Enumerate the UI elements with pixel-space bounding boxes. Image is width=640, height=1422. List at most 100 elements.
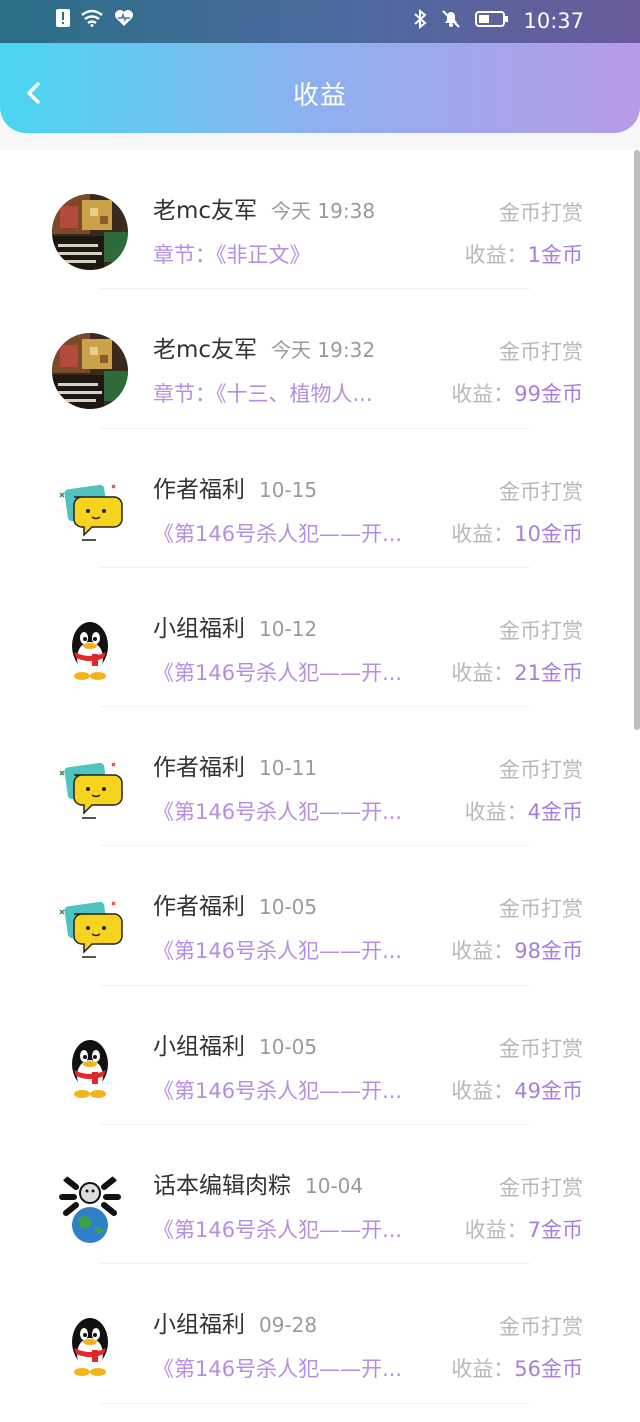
earning-amount: 收益：49金币	[451, 1074, 583, 1108]
earning-label: 收益：	[464, 243, 528, 267]
earning-value: 21金币	[514, 660, 583, 685]
status-time: 10:37	[523, 9, 584, 33]
sender-name-text: 小组福利	[153, 1033, 245, 1060]
earning-amount: 收益：98金币	[451, 934, 583, 968]
sender-name: 老mc友军 今天 19:32	[153, 333, 375, 367]
earning-amount: 收益：7金币	[465, 1213, 583, 1247]
timestamp: 今天 19:38	[271, 199, 376, 223]
reward-type: 金币打赏	[499, 618, 583, 643]
sender-name-text: 话本编辑肉粽	[153, 1173, 291, 1200]
list-item[interactable]: 作者福利 10-11 金币打赏《第146号杀人犯——开... 收益：4金币	[0, 707, 640, 847]
sender-name-text: 作者福利	[153, 476, 245, 503]
earning-amount: 收益：1金币	[465, 238, 583, 272]
sender-name: 小组福利 10-12	[153, 612, 317, 646]
earning-value: 49金币	[514, 1078, 583, 1103]
list-item[interactable]: 作者福利 10-15 金币打赏《第146号杀人犯——开... 收益：10金币	[0, 429, 640, 568]
chapter-description: 《第146号杀人犯——开...	[153, 939, 403, 964]
chapter-description: 章节：《十三、植物人...	[153, 382, 373, 407]
earning-value: 4金币	[527, 800, 583, 825]
chapter-description: 《第146号杀人犯——开...	[153, 1357, 403, 1382]
timestamp: 10-12	[259, 616, 318, 641]
chapter-description: 《第146号杀人犯——开...	[153, 1078, 403, 1103]
reward-type: 金币打赏	[499, 340, 583, 365]
earning-value: 10金币	[514, 521, 583, 546]
list-item[interactable]: 小组福利 10-12 金币打赏《第146号杀人犯——开... 收益：21金币	[0, 568, 640, 708]
earning-label: 收益：	[451, 382, 515, 407]
earning-value: 98金币	[514, 939, 583, 964]
sender-name: 老mc友军 今天 19:38	[153, 194, 375, 228]
earning-amount: 收益：21金币	[451, 656, 583, 690]
chat-bubble-avatar[interactable]	[52, 751, 128, 828]
sender-name: 作者福利 10-11	[153, 751, 317, 785]
sender-name: 小组福利 10-05	[153, 1030, 317, 1064]
timestamp: 10-05	[259, 1034, 318, 1059]
timestamp: 10-15	[259, 477, 318, 502]
reward-type: 金币打赏	[499, 758, 583, 783]
timestamp: 10-11	[259, 756, 318, 781]
list-item[interactable]: 老mc友军 今天 19:38 金币打赏章节：《非正文》 收益：1金币	[0, 150, 640, 290]
globe-avatar[interactable]	[52, 1169, 128, 1246]
list-item[interactable]: 作者福利 10-05 金币打赏《第146号杀人犯——开... 收益：98金币	[0, 846, 640, 986]
chat-bubble-avatar[interactable]	[52, 472, 128, 549]
bell-muted-icon	[441, 9, 461, 33]
earning-label: 收益：	[464, 1218, 528, 1243]
penguin-avatar[interactable]	[52, 611, 128, 688]
reward-type: 金币打赏	[499, 201, 583, 225]
reward-type: 金币打赏	[499, 897, 583, 922]
sender-name-text: 老mc友军	[153, 337, 258, 364]
penguin-avatar[interactable]	[52, 1308, 128, 1385]
bluetooth-icon	[413, 8, 428, 33]
earning-label: 收益：	[451, 1357, 515, 1382]
timestamp: 10-04	[305, 1174, 364, 1199]
chapter-description: 章节：《非正文》	[153, 243, 311, 267]
reward-type: 金币打赏	[499, 1036, 583, 1061]
penguin-avatar[interactable]	[52, 1029, 128, 1106]
page-title: 收益	[292, 81, 347, 111]
earning-label: 收益：	[464, 800, 528, 825]
earning-amount: 收益：99金币	[451, 377, 583, 411]
earning-value: 56金币	[514, 1357, 583, 1382]
earning-label: 收益：	[451, 660, 515, 685]
list-item[interactable]: 老mc友军 今天 19:32 金币打赏章节：《十三、植物人... 收益：99金币	[0, 289, 640, 429]
scrollbar[interactable]	[634, 150, 640, 730]
chapter-description: 《第146号杀人犯——开...	[153, 1218, 403, 1243]
earnings-list[interactable]: 老mc友军 今天 19:38 金币打赏 章节：《非正文》 收益：1金币 老mc友军 今天 …	[0, 150, 640, 1422]
sender-name-text: 小组福利	[153, 1312, 245, 1339]
list-item[interactable]: 小组福利 09-28 金币打赏《第146号杀人犯——开... 收益：56金币	[0, 1264, 640, 1404]
row-divider	[100, 1402, 530, 1404]
sender-name: 作者福利 10-15	[153, 473, 317, 507]
earning-amount: 收益：10金币	[451, 517, 583, 551]
heart-icon	[114, 9, 134, 31]
photo-avatar[interactable]	[52, 194, 128, 270]
timestamp: 09-28	[259, 1313, 318, 1338]
chapter-description: 《第146号杀人犯——开...	[153, 521, 403, 546]
sender-name-text: 小组福利	[153, 615, 245, 642]
list-item[interactable]: 话本编辑肉粽 10-04 金币打赏《第146号杀人犯——开... 收益：7金币	[0, 1125, 640, 1265]
reward-type: 金币打赏	[499, 1315, 583, 1340]
status-bar: 10:37	[0, 0, 640, 43]
list-item[interactable]: 小组福利 10-05 金币打赏《第146号杀人犯——开... 收益：49金币	[0, 986, 640, 1126]
chapter-description: 《第146号杀人犯——开...	[153, 660, 403, 685]
earning-value: 1金币	[527, 243, 583, 267]
wifi-icon	[80, 9, 104, 31]
sender-name-text: 老mc友军	[153, 198, 258, 224]
earning-label: 收益：	[451, 521, 515, 546]
reward-type: 金币打赏	[499, 479, 583, 504]
reward-type: 金币打赏	[499, 1176, 583, 1201]
battery-icon	[475, 10, 509, 32]
sender-name: 作者福利 10-05	[153, 890, 317, 924]
sender-name: 小组福利 09-28	[153, 1308, 317, 1342]
timestamp: 今天 19:32	[271, 338, 376, 363]
timestamp: 10-05	[259, 895, 318, 920]
photo-avatar[interactable]	[52, 333, 128, 410]
sender-name: 话本编辑肉粽 10-04	[153, 1169, 363, 1203]
sender-name-text: 作者福利	[153, 755, 245, 782]
chapter-description: 《第146号杀人犯——开...	[153, 800, 403, 825]
earning-value: 99金币	[514, 382, 583, 407]
sender-name-text: 作者福利	[153, 894, 245, 921]
alert-icon	[56, 9, 70, 31]
earning-label: 收益：	[451, 1078, 515, 1103]
chat-bubble-avatar[interactable]	[52, 890, 128, 967]
earning-amount: 收益：4金币	[465, 795, 583, 829]
earning-label: 收益：	[451, 939, 515, 964]
